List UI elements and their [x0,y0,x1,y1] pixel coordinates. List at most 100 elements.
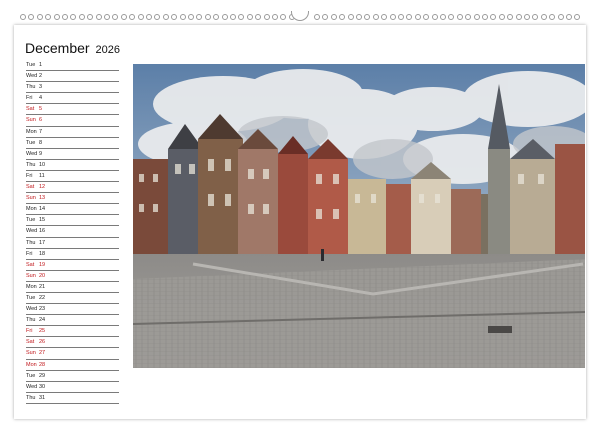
binding-ring [423,14,430,20]
binding-ring [20,14,26,20]
binding-ring [389,14,396,20]
day-row: Wed 9 [26,149,119,160]
binding-ring [204,14,211,20]
year-label: 2026 [95,44,120,56]
day-row: Mon 7 [26,127,119,138]
day-weekday: Mon [26,361,37,368]
day-number: 8 [39,139,43,146]
day-number: 2 [39,73,43,80]
binding-ring [188,14,194,20]
binding-ring [549,14,556,20]
binding-ring [356,14,362,20]
day-row: Tue 1 [26,60,119,72]
binding-ring [70,14,77,20]
binding-ring [330,14,337,20]
day-number: 14 [39,206,46,213]
binding-ring [162,14,169,20]
day-number: 15 [39,217,46,224]
day-row: Sun 20 [26,271,119,282]
binding-ring [171,14,178,20]
binding-ring [524,14,530,20]
day-number: 27 [39,350,46,357]
day-weekday: Tue [26,139,36,146]
day-weekday: Tue [26,372,36,379]
binding-ring [490,14,497,20]
day-number: 9 [39,150,43,157]
binding-ring [540,14,547,20]
day-row: Fri 18 [26,249,119,260]
day-weekday: Sat [26,184,35,191]
binding-ring [574,14,581,20]
day-weekday: Fri [26,250,33,257]
day-weekday: Mon [26,283,37,290]
day-number: 26 [39,339,46,346]
binding-ring [87,14,94,20]
binding-ring [398,14,404,20]
binding-ring [137,14,144,20]
day-weekday: Fri [26,328,33,335]
binding-ring [498,14,505,20]
binding-ring [364,14,371,20]
binding-ring [557,14,564,20]
day-weekday: Tue [26,217,36,224]
binding-ring [448,14,455,20]
day-row: Sun 13 [26,193,119,205]
day-number: 20 [39,272,46,279]
day-row: Wed 16 [26,226,119,238]
binding-ring [339,14,346,20]
day-weekday: Wed [26,150,38,157]
town-square-photo [133,64,585,368]
binding-ring [112,14,119,20]
day-row: Thu 24 [26,315,119,327]
spiral-binding [14,11,586,23]
pedestrian [321,249,324,261]
day-weekday: Tue [26,294,36,301]
binding-ring [314,14,320,20]
binding-ring [154,14,161,20]
binding-ring [515,14,522,20]
day-number: 24 [39,317,46,324]
binding-ring [255,14,262,20]
day-row: Fri 4 [26,93,119,105]
day-number: 10 [39,161,46,168]
day-number: 1 [39,62,43,68]
binding-ring [372,14,379,20]
day-row: Tue 15 [26,215,119,227]
binding-ring [179,14,186,20]
binding-ring [406,14,413,20]
binding-ring [566,14,572,20]
day-row: Fri 25 [26,326,119,338]
day-weekday: Thu [26,161,36,168]
binding-ring [280,14,287,20]
day-number: 25 [39,328,46,335]
day-number: 5 [39,106,43,113]
day-number: 3 [39,84,43,91]
day-weekday: Fri [26,95,33,102]
day-weekday: Sat [26,261,35,268]
day-number: 30 [39,383,46,390]
day-row: Sat 26 [26,337,119,349]
day-weekday: Mon [26,128,37,135]
day-weekday: Wed [26,383,38,390]
day-row: Tue 8 [26,138,119,149]
day-number: 19 [39,261,46,268]
day-row: Mon 21 [26,282,119,293]
binding-ring [465,14,472,20]
day-weekday: Fri [26,172,33,179]
binding-ring [473,14,480,20]
day-weekday: Sat [26,106,35,113]
day-number: 6 [39,117,43,124]
binding-ring [238,14,245,20]
day-row: Sun 6 [26,115,119,127]
binding-ring [246,14,253,20]
hanger-hook [291,11,309,21]
day-weekday: Tue [26,62,36,68]
day-row: Wed 23 [26,304,119,316]
binding-ring [62,14,68,20]
day-weekday: Sun [26,195,36,202]
binding-ring [120,14,127,20]
binding-ring [381,14,388,20]
day-weekday: Sun [26,117,36,124]
day-row: Thu 31 [26,393,119,404]
day-weekday: Thu [26,394,36,401]
